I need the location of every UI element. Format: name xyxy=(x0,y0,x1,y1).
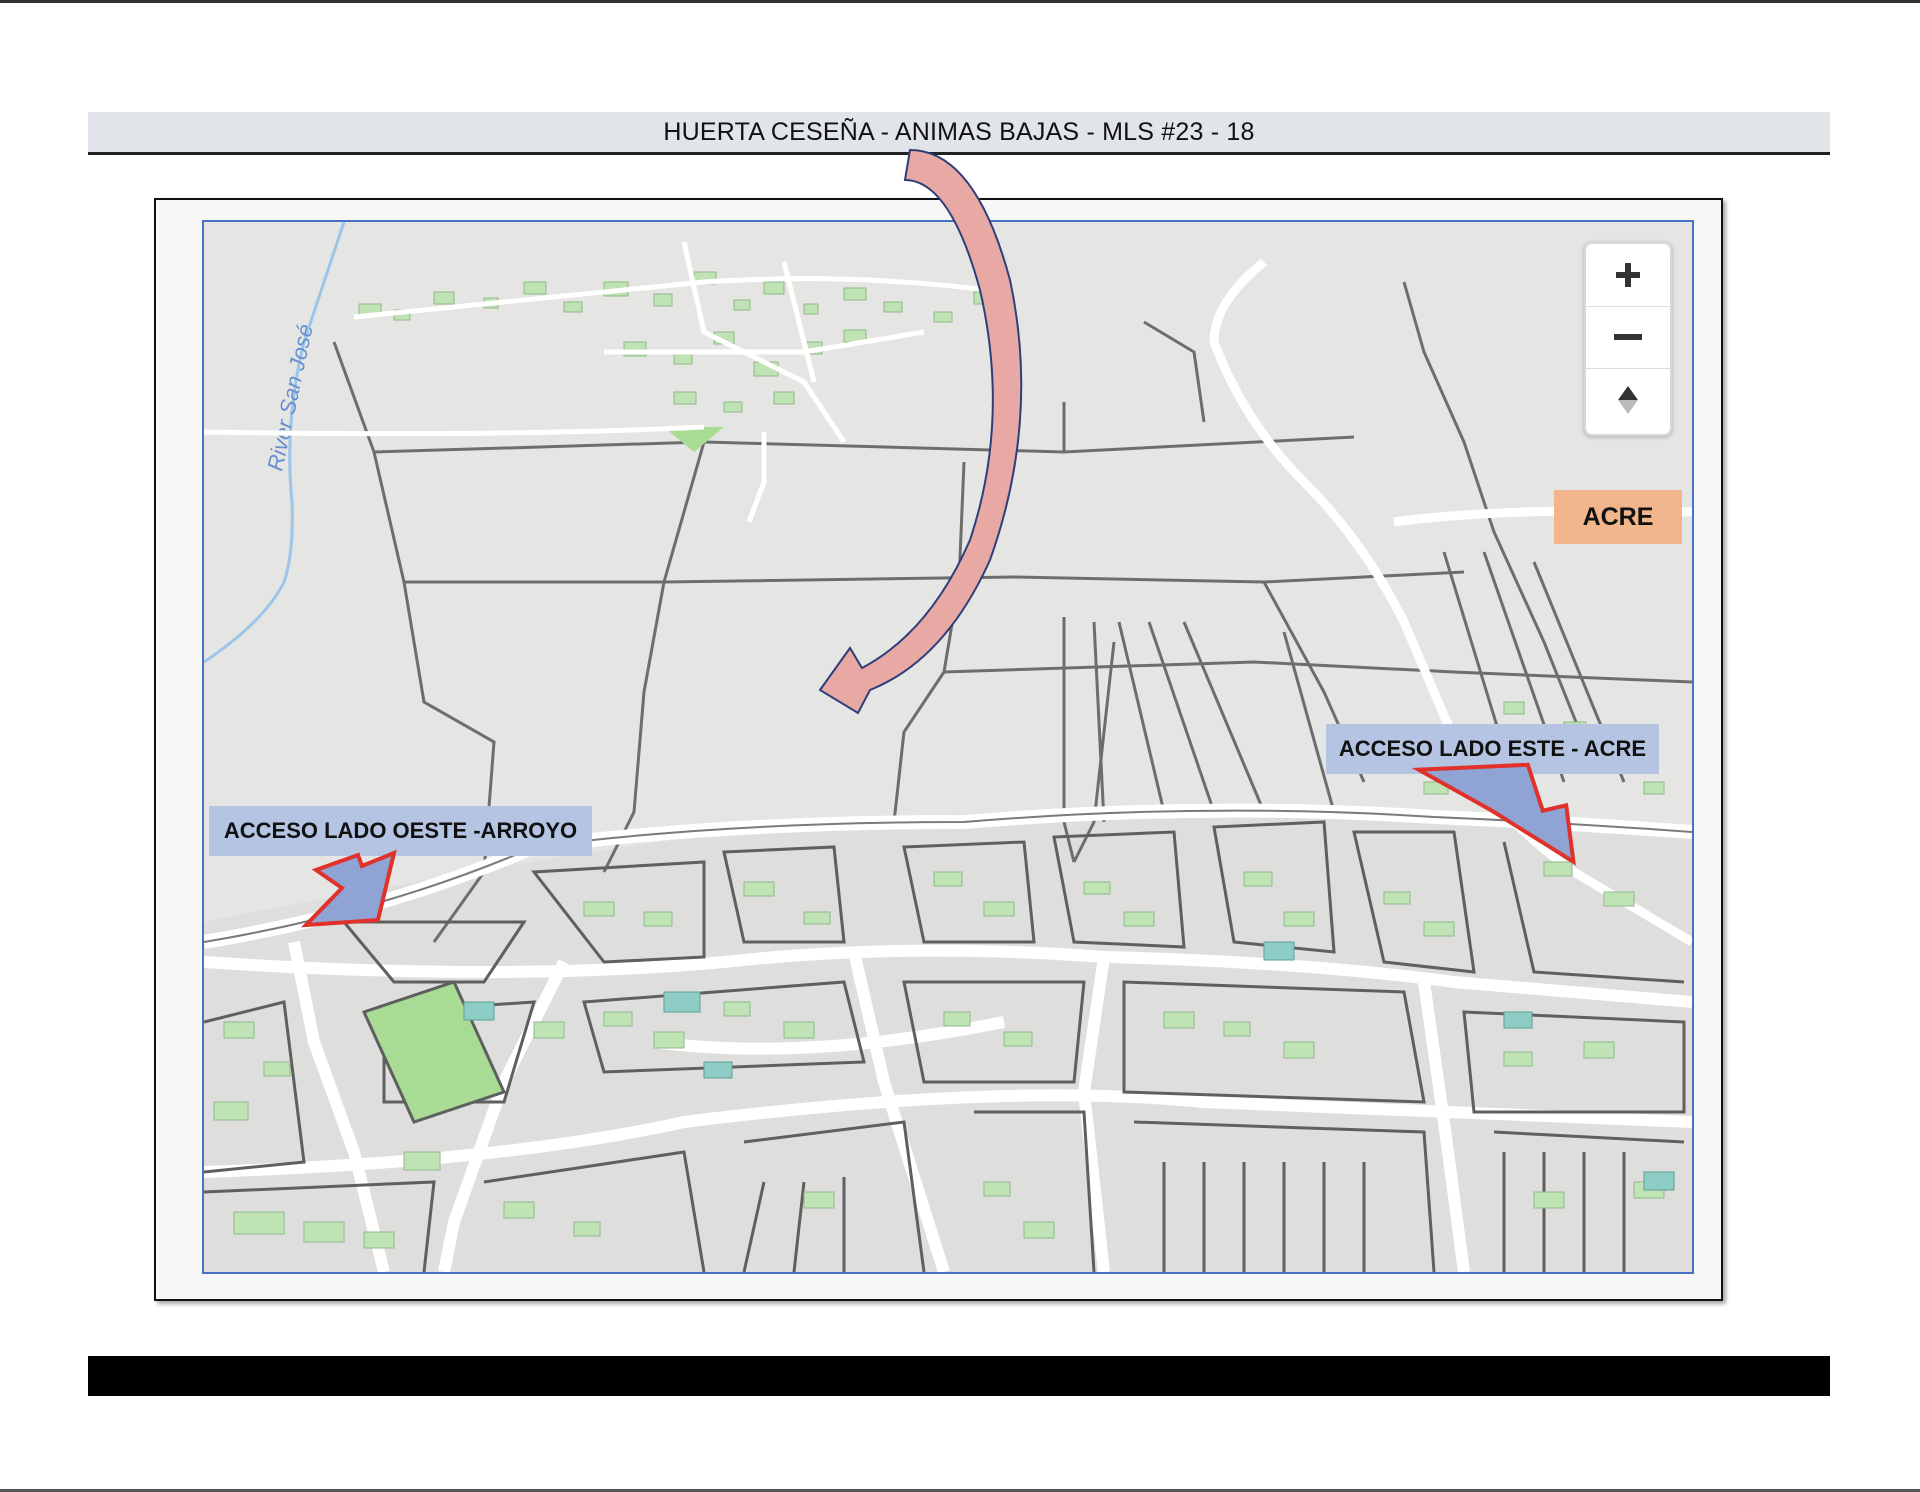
acre-label: ACRE xyxy=(1554,490,1682,544)
compass-icon xyxy=(1618,386,1638,414)
top-rule xyxy=(0,0,1920,3)
minus-icon xyxy=(1614,334,1642,340)
footer-bar xyxy=(88,1356,1830,1396)
zoom-in-button[interactable] xyxy=(1586,244,1670,307)
map-zoom-control xyxy=(1584,242,1672,436)
compass-button[interactable] xyxy=(1586,368,1670,432)
west-access-label: ACCESO LADO OESTE -ARROYO xyxy=(209,806,592,856)
plus-icon xyxy=(1616,263,1640,287)
east-access-label: ACCESO LADO ESTE - ACRE xyxy=(1326,724,1659,774)
header-bar: HUERTA CESEÑA - ANIMAS BAJAS - MLS #23 -… xyxy=(88,112,1830,155)
page-title: HUERTA CESEÑA - ANIMAS BAJAS - MLS #23 -… xyxy=(663,118,1255,146)
zoom-out-button[interactable] xyxy=(1586,306,1670,369)
